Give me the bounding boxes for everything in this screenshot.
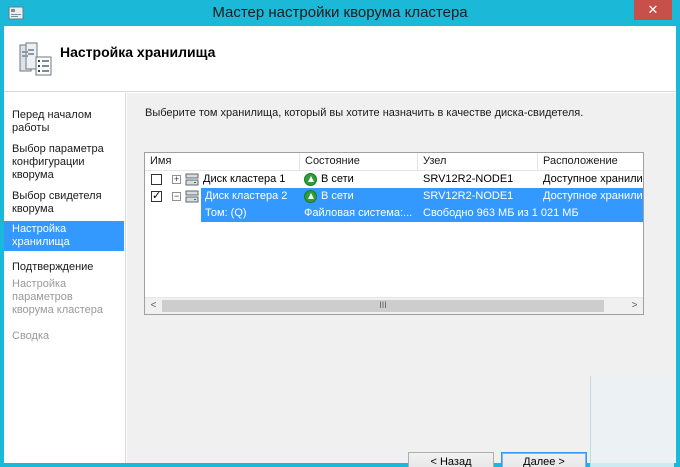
collapse-icon[interactable]: − xyxy=(172,192,181,201)
expand-icon[interactable]: + xyxy=(172,175,181,184)
step-before-you-begin[interactable]: Перед началом работы xyxy=(4,107,124,137)
cluster-disk-icon xyxy=(185,190,199,203)
step-configure-quorum-settings: Настройка параметров кворума кластера xyxy=(12,278,103,316)
instruction-text: Выберите том хранилища, который вы хотит… xyxy=(145,107,584,119)
volume-free-space: Свободно 963 МБ из 1 021 МБ xyxy=(423,207,579,219)
scrollbar-thumb[interactable]: III xyxy=(162,300,604,312)
scroll-right-icon[interactable]: > xyxy=(626,298,643,315)
cluster-disk-icon xyxy=(185,173,199,186)
online-status-icon xyxy=(304,173,317,186)
volume-detail-row[interactable]: Том: (Q) Файловая система:... Свободно 9… xyxy=(201,205,643,222)
next-button[interactable]: Далее > xyxy=(501,452,587,467)
wizard-steps-sidebar: Перед началом работы Выбор параметра кон… xyxy=(4,93,126,463)
disk-status: В сети xyxy=(321,190,354,202)
list-header: Имя Состояние Узел Расположение xyxy=(145,153,643,171)
wizard-header: Настройка хранилища xyxy=(4,26,676,92)
wizard-window: Настройка хранилища Перед началом работы… xyxy=(4,26,676,467)
row-checkbox[interactable] xyxy=(151,189,162,202)
back-button[interactable]: < Назад xyxy=(408,452,494,467)
volume-filesystem: Файловая система:... xyxy=(304,207,413,219)
column-header-status[interactable]: Состояние xyxy=(300,153,418,171)
page-title: Настройка хранилища xyxy=(60,44,216,60)
disk-name: Диск кластера 1 xyxy=(203,173,286,185)
disk-node: SRV12R2-NODE1 xyxy=(423,190,514,202)
step-summary: Сводка xyxy=(12,330,50,342)
horizontal-scrollbar[interactable]: < III > xyxy=(145,297,643,314)
row-checkbox[interactable] xyxy=(151,174,162,185)
close-button[interactable]: ✕ xyxy=(634,0,672,20)
window-title: Мастер настройки кворума кластера xyxy=(212,4,468,21)
title-bar: Мастер настройки кворума кластера ✕ xyxy=(0,0,680,26)
storage-volume-list[interactable]: Имя Состояние Узел Расположение + Диск к… xyxy=(144,152,644,315)
volume-label: Том: (Q) xyxy=(205,207,247,219)
table-row[interactable]: − Диск кластера 2 В сети SRV12R2-NODE1 Д… xyxy=(145,188,643,205)
column-header-name[interactable]: Имя xyxy=(145,153,300,171)
scroll-left-icon[interactable]: < xyxy=(145,298,162,315)
column-header-node[interactable]: Узел xyxy=(418,153,538,171)
step-select-quorum-configuration[interactable]: Выбор параметра конфигурации кворума xyxy=(4,141,124,184)
table-row[interactable]: + Диск кластера 1 В сети SRV12R2-NODE1 Д… xyxy=(145,171,643,188)
storage-wizard-icon xyxy=(19,42,52,76)
column-header-location[interactable]: Расположение xyxy=(538,153,643,171)
disk-location: Доступное хранили xyxy=(543,190,643,202)
online-status-icon xyxy=(304,190,317,203)
close-icon: ✕ xyxy=(647,2,659,17)
disk-node: SRV12R2-NODE1 xyxy=(423,173,514,185)
disk-name: Диск кластера 2 xyxy=(205,190,288,202)
obscured-area xyxy=(590,376,674,467)
disk-status: В сети xyxy=(321,173,354,185)
step-select-quorum-witness[interactable]: Выбор свидетеля кворума xyxy=(4,188,124,218)
step-configure-storage[interactable]: Настройка хранилища xyxy=(4,221,124,251)
disk-location: Доступное хранили xyxy=(543,173,643,185)
step-confirmation[interactable]: Подтверждение xyxy=(4,259,124,276)
